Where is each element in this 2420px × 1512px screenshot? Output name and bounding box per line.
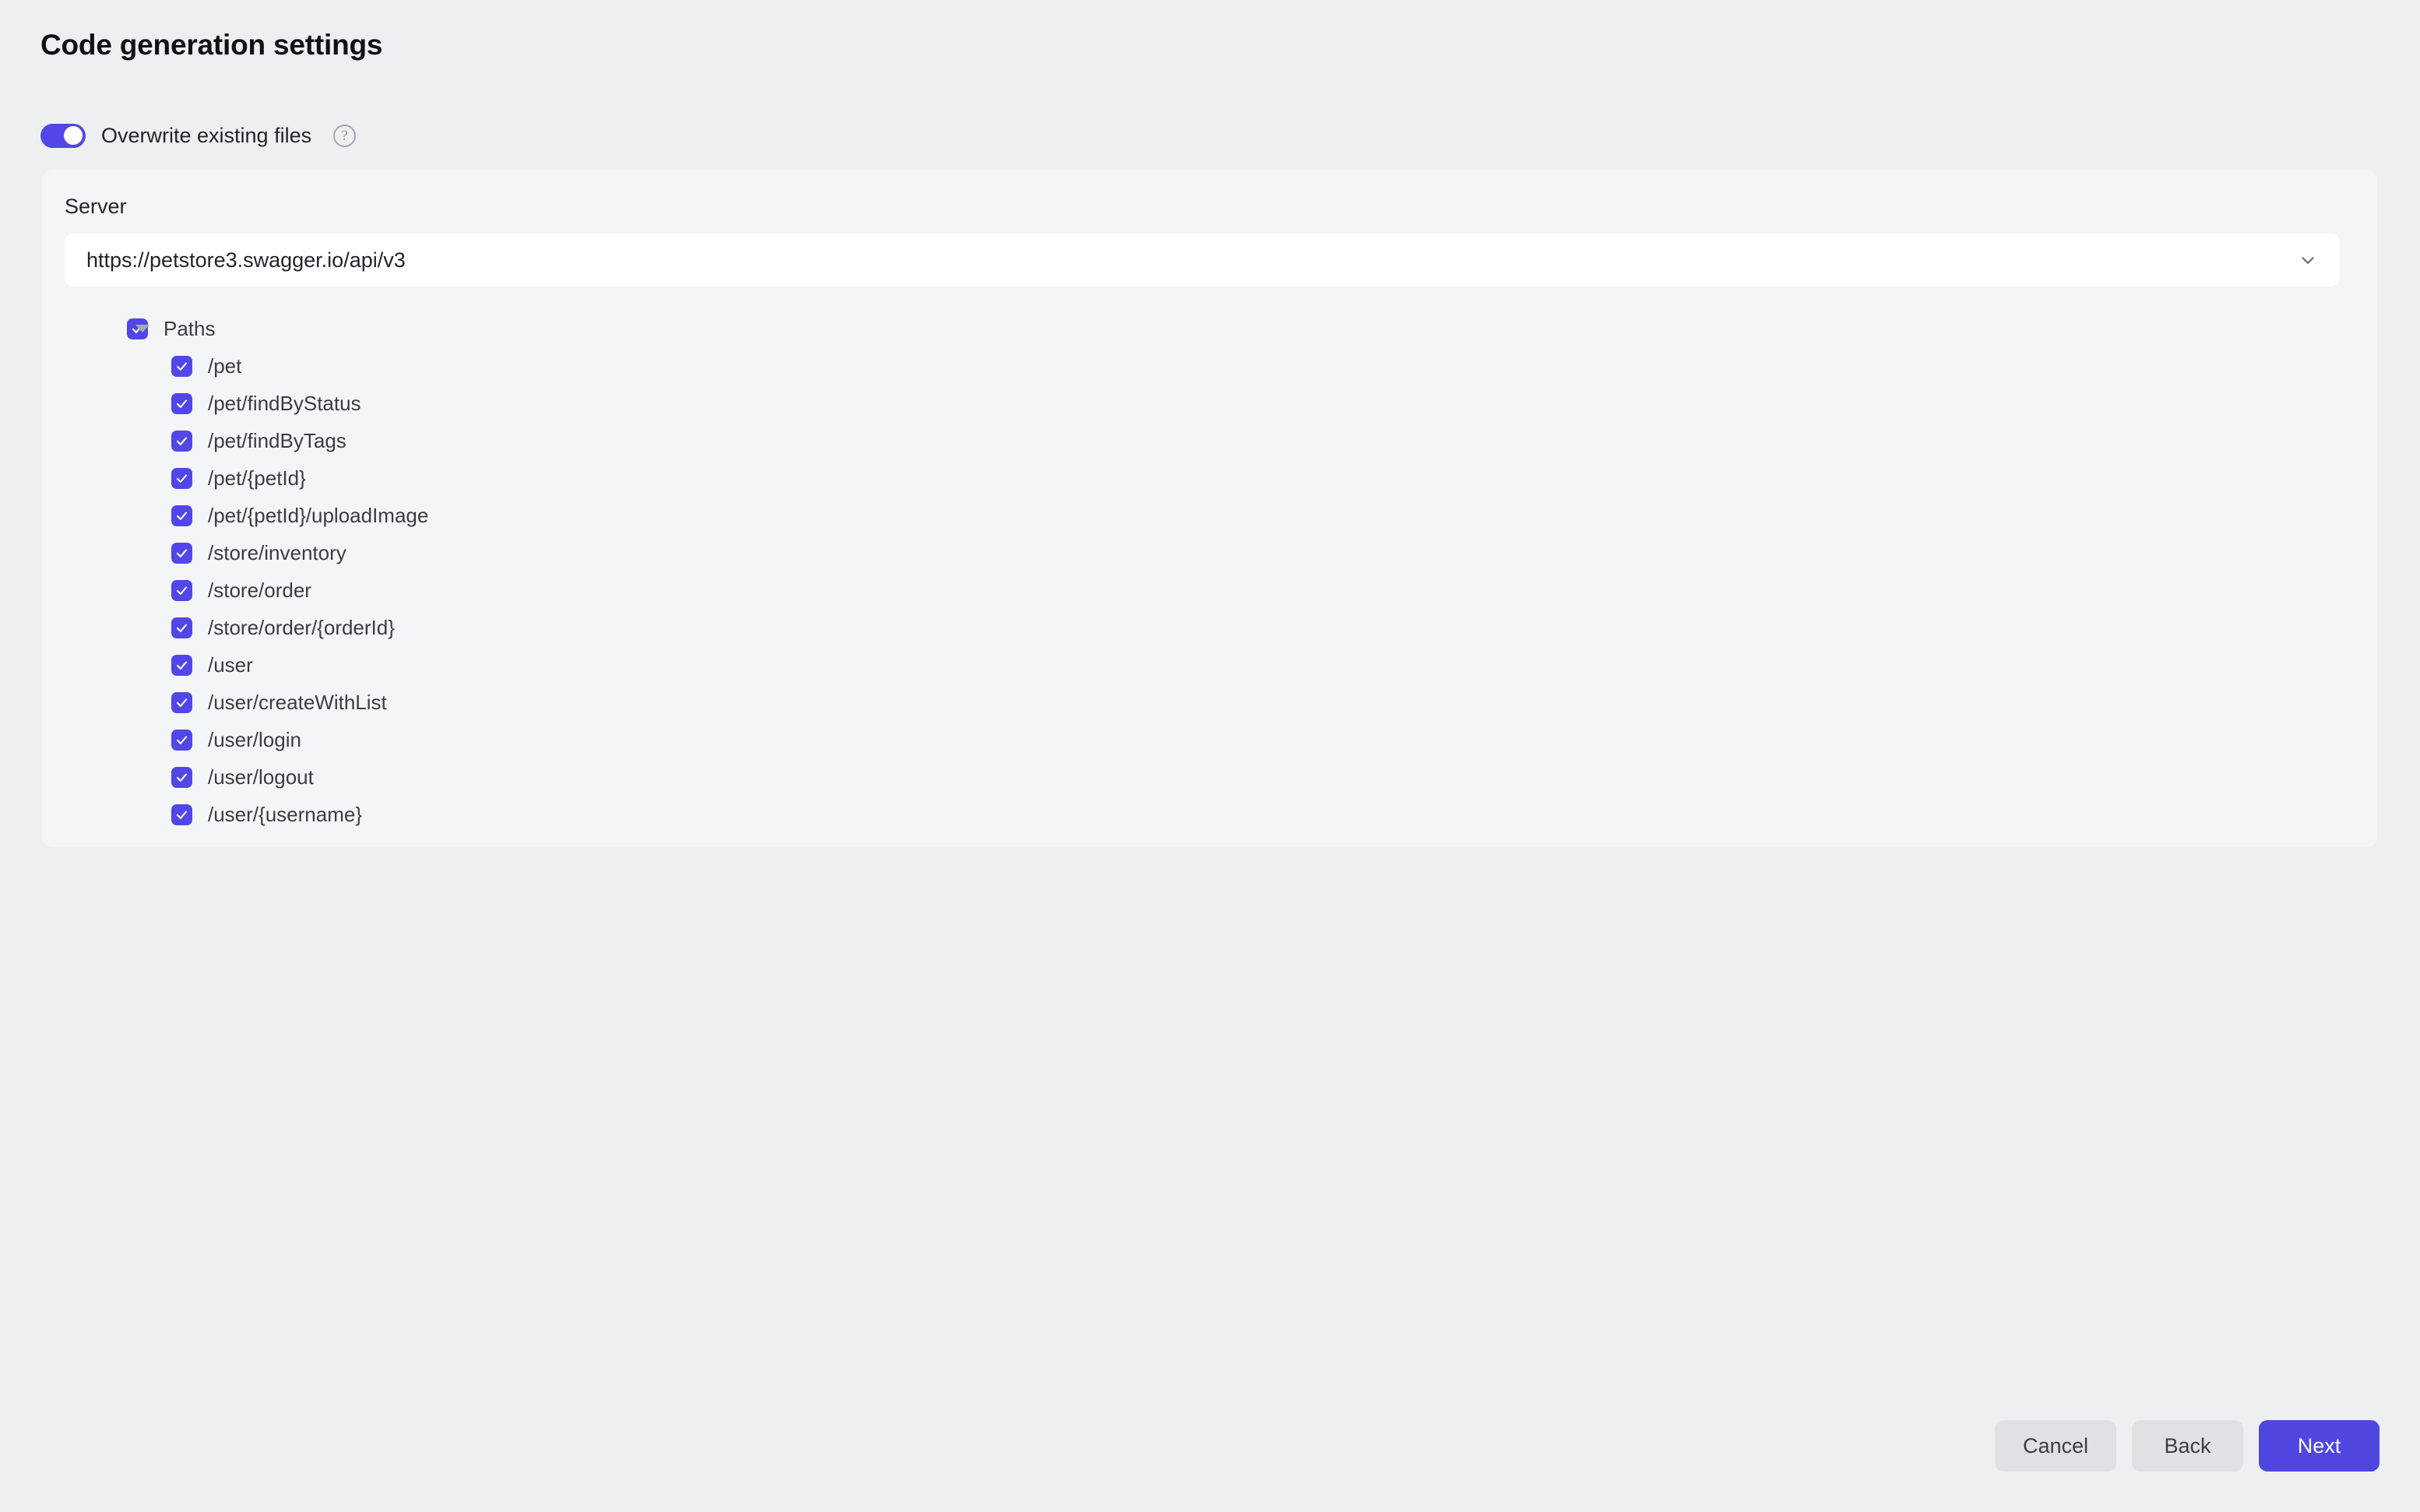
path-checkbox[interactable] (171, 392, 192, 414)
tree-label-path: /user/login (208, 727, 301, 751)
footer-actions: Cancel Back Next (1994, 1420, 2380, 1472)
tree-row[interactable]: /store/order (65, 571, 2323, 609)
tree-label-path: /pet/{petId} (208, 466, 306, 490)
tree-row[interactable]: /pet/findByTags (65, 422, 2323, 459)
path-checkbox[interactable] (171, 430, 192, 452)
next-button[interactable]: Next (2259, 1420, 2380, 1472)
page-title: Code generation settings (40, 29, 383, 61)
server-label: Server (65, 195, 127, 218)
tree-label-path: /store/order (208, 578, 311, 602)
cancel-button[interactable]: Cancel (1994, 1420, 2116, 1472)
tree-label-path: /user/logout (208, 765, 314, 789)
tree-label-path: /user/createWithList (208, 690, 387, 714)
tree-row[interactable]: /user/login (65, 721, 2323, 758)
back-button[interactable]: Back (2132, 1420, 2243, 1472)
server-select[interactable]: https://petstore3.swagger.io/api/v3 (65, 234, 2340, 287)
path-checkbox[interactable] (171, 617, 192, 638)
path-checkbox[interactable] (171, 729, 192, 751)
tree-row[interactable]: /pet/findByStatus (65, 385, 2323, 422)
paths-tree: Paths /pet/pet/findByStatus/pet/findByTa… (65, 310, 2323, 833)
server-value: https://petstore3.swagger.io/api/v3 (86, 248, 406, 272)
settings-panel: Server https://petstore3.swagger.io/api/… (42, 170, 2377, 847)
tree-row-paths[interactable]: Paths (65, 310, 2323, 347)
path-checkbox[interactable] (171, 766, 192, 788)
overwrite-existing-files-toggle[interactable] (40, 123, 86, 148)
tree-label-path: /user/{username} (208, 802, 363, 826)
caret-down-icon[interactable] (133, 319, 152, 338)
tree-row[interactable]: /user (65, 646, 2323, 684)
tree-label-path: /store/order/{orderId} (208, 615, 395, 639)
code-generation-settings-page: Code generation settings Overwrite exist… (0, 0, 2420, 1512)
overwrite-existing-files-row: Overwrite existing files ? (40, 120, 357, 151)
path-checkbox[interactable] (171, 654, 192, 676)
tree-label-path: /user (208, 652, 253, 677)
tree-label-paths: Paths (164, 316, 216, 340)
path-checkbox[interactable] (171, 505, 192, 526)
tree-row[interactable]: /pet/{petId} (65, 459, 2323, 497)
toggle-knob (64, 126, 83, 145)
overwrite-existing-files-label: Overwrite existing files (101, 123, 312, 147)
tree-row[interactable]: /user/createWithList (65, 684, 2323, 721)
path-checkbox[interactable] (171, 542, 192, 564)
path-checkbox[interactable] (171, 803, 192, 825)
tree-row[interactable]: /pet (65, 347, 2323, 385)
tree-row[interactable]: /pet/{petId}/uploadImage (65, 497, 2323, 534)
tree-row[interactable]: /user/{username} (65, 796, 2323, 833)
tree-label-path: /pet/findByTags (208, 428, 346, 452)
path-checkbox[interactable] (171, 691, 192, 713)
tree-row[interactable]: /store/order/{orderId} (65, 609, 2323, 646)
path-checkbox[interactable] (171, 467, 192, 489)
tree-label-path: /pet/{petId}/uploadImage (208, 503, 429, 527)
chevron-down-icon (2302, 257, 2314, 264)
path-checkbox[interactable] (171, 355, 192, 377)
tree-row[interactable]: /store/inventory (65, 534, 2323, 571)
tree-label-path: /pet (208, 353, 242, 378)
path-checkbox[interactable] (171, 579, 192, 601)
tree-label-path: /pet/findByStatus (208, 391, 361, 415)
question-mark-circle-icon[interactable]: ? (333, 124, 357, 147)
tree-label-path: /store/inventory (208, 540, 346, 564)
tree-row[interactable]: /user/logout (65, 758, 2323, 796)
